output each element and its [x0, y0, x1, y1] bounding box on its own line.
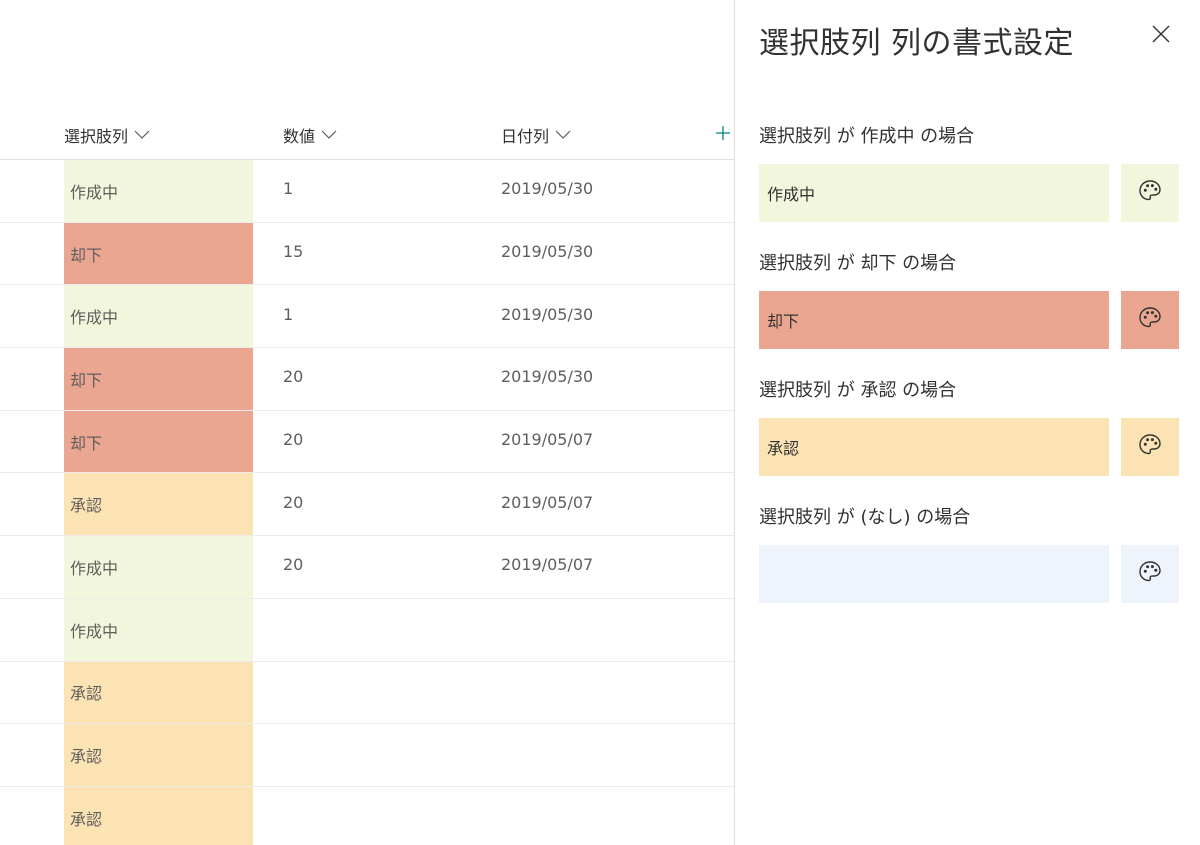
palette-icon	[1137, 432, 1163, 462]
palette-icon	[1137, 559, 1163, 589]
date-cell: 2019/05/30	[501, 304, 594, 324]
table-row[interactable]: 作成中 1 2019/05/30	[0, 160, 734, 223]
column-header-choice[interactable]: 選択肢列	[64, 110, 150, 160]
table-row[interactable]: 承認	[0, 724, 734, 787]
column-header-row: 選択肢列 数値 日付列	[0, 110, 734, 160]
column-header-label: 選択肢列	[64, 127, 129, 146]
number-cell: 20	[283, 492, 304, 512]
table-row[interactable]: 作成中 1 2019/05/30	[0, 285, 734, 349]
rule-style-preview[interactable]: 承認	[759, 418, 1109, 476]
date-cell: 2019/05/30	[501, 179, 594, 199]
palette-icon	[1137, 178, 1163, 208]
number-cell: 20	[283, 555, 304, 575]
palette-icon	[1137, 305, 1163, 335]
choice-cell[interactable]: 承認	[64, 661, 253, 724]
palette-button[interactable]	[1121, 164, 1179, 222]
number-cell: 20	[283, 430, 304, 450]
rule-style-preview[interactable]: 却下	[759, 291, 1109, 349]
panel-title: 選択肢列 列の書式設定	[759, 26, 1075, 61]
column-header-label: 日付列	[501, 127, 550, 146]
number-cell: 20	[283, 367, 304, 387]
rule-label: 選択肢列 が 却下 の場合	[759, 253, 957, 274]
format-rule: 選択肢列 が (なし) の場合	[759, 505, 1179, 603]
choice-cell[interactable]: 承認	[64, 786, 253, 845]
plus-icon	[715, 125, 731, 145]
column-header-label: 数値	[283, 127, 316, 146]
rule-label: 選択肢列 が 承認 の場合	[759, 380, 957, 401]
close-icon	[1151, 24, 1171, 48]
date-cell: 2019/05/07	[501, 430, 594, 450]
choice-cell[interactable]: 作成中	[64, 536, 253, 598]
number-cell: 15	[283, 242, 304, 262]
list-rows: 作成中 1 2019/05/30 却下 15 2019/05/30 作成中 1 2019/05/…	[0, 160, 734, 845]
chevron-down-icon	[555, 130, 571, 140]
date-cell: 2019/05/30	[501, 367, 594, 387]
column-header-date[interactable]: 日付列	[501, 110, 571, 160]
format-rule: 選択肢列 が 作成中 の場合作成中	[759, 124, 1179, 222]
table-row[interactable]: 却下 20 2019/05/07	[0, 410, 734, 474]
rule-style-preview[interactable]: 作成中	[759, 164, 1109, 222]
date-cell: 2019/05/07	[501, 492, 594, 512]
date-cell: 2019/05/30	[501, 242, 594, 262]
table-row[interactable]: 作成中 20 2019/05/07	[0, 536, 734, 599]
palette-button[interactable]	[1121, 291, 1179, 349]
table-row[interactable]: 却下 15 2019/05/30	[0, 222, 734, 286]
choice-cell[interactable]: 作成中	[64, 285, 253, 348]
number-cell: 1	[283, 179, 294, 199]
rule-body: 却下	[759, 291, 1179, 349]
table-row[interactable]: 承認	[0, 661, 734, 725]
choice-cell[interactable]: 承認	[64, 724, 253, 786]
rule-body: 作成中	[759, 164, 1179, 222]
choice-cell[interactable]: 作成中	[64, 160, 253, 222]
rule-body	[759, 545, 1179, 603]
date-cell: 2019/05/07	[501, 555, 594, 575]
choice-cell[interactable]: 却下	[64, 348, 253, 410]
rule-label: 選択肢列 が 作成中 の場合	[759, 126, 975, 147]
rule-style-preview[interactable]	[759, 545, 1109, 603]
choice-cell[interactable]: 承認	[64, 473, 253, 536]
format-rule: 選択肢列 が 承認 の場合承認	[759, 378, 1179, 476]
chevron-down-icon	[134, 130, 150, 140]
chevron-down-icon	[321, 130, 337, 140]
table-row[interactable]: 却下 20 2019/05/30	[0, 348, 734, 411]
format-column-panel: 選択肢列 列の書式設定 選択肢列 が 作成中 の場合作成中選択肢列 が 却下 の…	[734, 0, 1200, 845]
column-header-number[interactable]: 数値	[283, 110, 337, 160]
rule-body: 承認	[759, 418, 1179, 476]
close-button[interactable]	[1147, 22, 1175, 50]
palette-button[interactable]	[1121, 545, 1179, 603]
table-row[interactable]: 承認	[0, 786, 734, 845]
choice-cell[interactable]: 却下	[64, 410, 253, 473]
add-column-button[interactable]	[712, 110, 734, 160]
choice-cell[interactable]: 却下	[64, 222, 253, 285]
rule-label: 選択肢列 が (なし) の場合	[759, 507, 971, 528]
list-view: 選択肢列 数値 日付列 作成中 1 2019/05/30 却下 15 2019/05/30…	[0, 0, 734, 845]
palette-button[interactable]	[1121, 418, 1179, 476]
choice-cell[interactable]: 作成中	[64, 598, 253, 661]
table-row[interactable]: 承認 20 2019/05/07	[0, 473, 734, 537]
number-cell: 1	[283, 304, 294, 324]
table-row[interactable]: 作成中	[0, 598, 734, 662]
format-rule: 選択肢列 が 却下 の場合却下	[759, 251, 1179, 349]
